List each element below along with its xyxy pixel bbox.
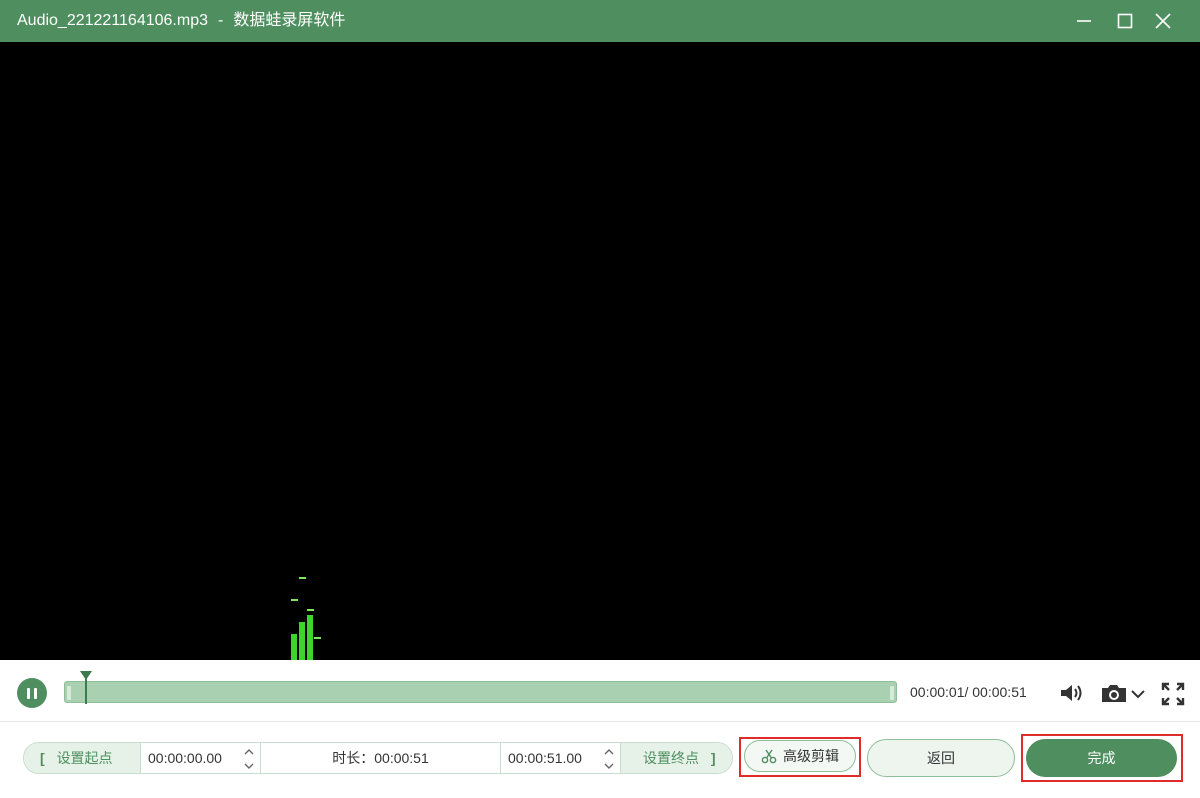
visualizer-peak [314, 637, 321, 639]
screenshot-dropdown[interactable] [1130, 688, 1146, 700]
title-separator: - [217, 12, 224, 29]
volume-icon [1061, 685, 1082, 701]
set-end-button[interactable]: 设置终点 ] [620, 743, 732, 773]
play-pause-button[interactable] [17, 678, 47, 708]
set-start-label: 设置起点 [56, 750, 113, 766]
app-name: 数据蛙录屏软件 [233, 12, 346, 29]
end-time-stepper[interactable] [602, 746, 616, 772]
visualizer-bar [307, 615, 313, 660]
visualizer-bar [299, 622, 305, 660]
back-button[interactable]: 返回 [867, 739, 1015, 777]
window-title: Audio_221221164106.mp3- 数据蛙录屏软件 [17, 0, 345, 42]
file-name: Audio_221221164106.mp3 [17, 12, 208, 29]
visualizer-peak [291, 599, 298, 601]
visualizer-peak [307, 609, 314, 611]
visualizer-peak [299, 577, 306, 579]
maximize-button[interactable] [1107, 0, 1143, 42]
timeline-track[interactable] [64, 681, 897, 703]
set-end-label: 设置终点 [643, 750, 699, 766]
pause-icon [27, 687, 37, 699]
duration-label: 时长：00:00:51 [332, 750, 429, 766]
edit-bar: [ 设置起点 00:00:00.00 时长：00:00:51 00:00:51.… [0, 722, 1200, 798]
start-time-stepper[interactable] [242, 746, 256, 772]
trim-start-handle[interactable] [67, 686, 71, 700]
close-icon [1155, 13, 1171, 29]
maximize-icon [1117, 13, 1133, 29]
fullscreen-button[interactable] [1160, 682, 1186, 706]
advanced-cut-label: 高级剪辑 [783, 748, 839, 764]
screenshot-button[interactable] [1100, 682, 1128, 704]
minimize-button[interactable] [1066, 0, 1102, 42]
back-label: 返回 [927, 750, 955, 766]
trim-controls: [ 设置起点 00:00:00.00 时长：00:00:51 00:00:51.… [23, 742, 733, 774]
set-start-button[interactable]: [ 设置起点 [24, 743, 140, 773]
duration-display: 时长：00:00:51 [260, 743, 500, 773]
done-label: 完成 [1087, 750, 1116, 766]
minimize-icon [1077, 20, 1091, 22]
start-time-value: 00:00:00.00 [148, 750, 222, 766]
volume-button[interactable] [1058, 682, 1088, 704]
title-bar: Audio_221221164106.mp3- 数据蛙录屏软件 [0, 0, 1200, 42]
camera-icon [1102, 685, 1126, 702]
end-time-value: 00:00:51.00 [508, 750, 582, 766]
bracket-close-icon: ] [710, 750, 716, 766]
chevron-down-icon [1131, 690, 1145, 699]
playback-controls: 00:00:01/ 00:00:51 [0, 660, 1200, 722]
time-readout: 00:00:01/ 00:00:51 [910, 684, 1027, 700]
bracket-open-icon: [ [40, 750, 45, 766]
visualizer-bar [291, 634, 297, 660]
trim-end-handle[interactable] [890, 686, 894, 700]
fullscreen-icon [1161, 682, 1185, 706]
done-button[interactable]: 完成 [1026, 739, 1177, 777]
scissors-icon [761, 749, 777, 764]
close-button[interactable] [1145, 0, 1181, 42]
stepper-arrows-icon [604, 749, 614, 769]
video-viewport[interactable] [0, 42, 1200, 660]
stepper-arrows-icon [244, 749, 254, 769]
playhead-line[interactable] [85, 678, 87, 704]
advanced-cut-button[interactable]: 高级剪辑 [744, 740, 856, 772]
